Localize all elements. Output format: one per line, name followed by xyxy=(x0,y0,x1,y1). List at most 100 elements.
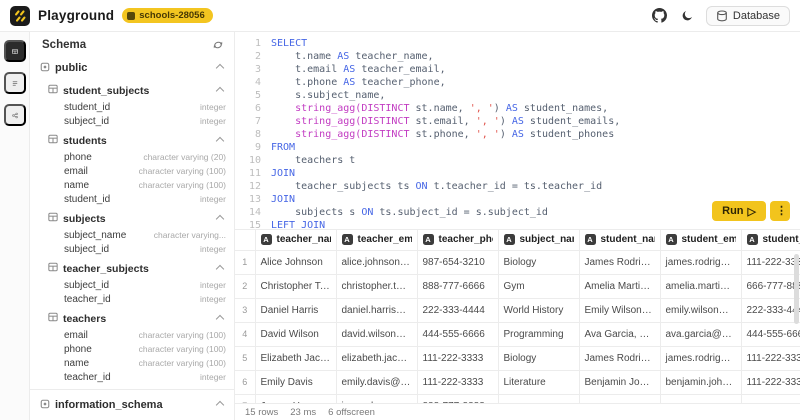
column-header-teacher_phone[interactable]: Ateacher_phone xyxy=(417,230,498,250)
row-number: 3 xyxy=(235,298,255,322)
result-cell[interactable]: 888-777-8888 xyxy=(417,394,498,403)
result-cell[interactable]: 987-654-3210 xyxy=(417,250,498,274)
result-cell[interactable] xyxy=(741,394,800,403)
result-cell[interactable]: 222-333-4444 xyxy=(417,298,498,322)
result-cell[interactable]: christopher.taylor@... xyxy=(336,274,417,298)
result-cell[interactable]: benjamin.johnson@... xyxy=(660,370,741,394)
result-cell[interactable]: Alice Johnson xyxy=(255,250,336,274)
result-cell[interactable]: Emily Wilson, Olivia... xyxy=(579,298,660,322)
result-cell[interactable]: daniel.harris@exam... xyxy=(336,298,417,322)
result-cell[interactable]: Amelia Martinez, Is... xyxy=(579,274,660,298)
text-type-icon: A xyxy=(342,234,353,245)
chevron-up-icon xyxy=(216,86,224,94)
column-type: character varying (20) xyxy=(143,152,226,162)
result-row[interactable]: 7James Hernandezjames.hernandez@...888-7… xyxy=(235,394,800,403)
project-badge[interactable]: schools-28056 xyxy=(122,8,212,23)
result-cell[interactable]: Elizabeth Jackson xyxy=(255,346,336,370)
run-button[interactable]: Run ▷ xyxy=(712,201,766,221)
result-cell[interactable]: 888-777-6666 xyxy=(417,274,498,298)
result-cell[interactable]: David Wilson xyxy=(255,322,336,346)
status-duration: 23 ms xyxy=(290,407,316,418)
sql-editor[interactable]: 1SELECT2 t.name AS teacher_name,3 t.emai… xyxy=(235,32,800,230)
queries-icon[interactable] xyxy=(4,72,26,94)
result-row[interactable]: 3Daniel Harrisdaniel.harris@exam...222-3… xyxy=(235,298,800,322)
row-number: 1 xyxy=(235,250,255,274)
table-item-subjects[interactable]: subjects xyxy=(40,209,228,228)
result-row[interactable]: 6Emily Davisemily.davis@examp...111-222-… xyxy=(235,370,800,394)
schema-item-public[interactable]: public xyxy=(40,58,228,78)
text-type-icon: A xyxy=(585,234,596,245)
result-cell[interactable] xyxy=(498,394,579,403)
chevron-up-icon xyxy=(216,314,224,322)
column-header-teacher_name[interactable]: Ateacher_name xyxy=(255,230,336,250)
result-cell[interactable]: Biology xyxy=(498,250,579,274)
result-cell[interactable]: david.wilson@exam... xyxy=(336,322,417,346)
result-cell[interactable]: Emily Davis xyxy=(255,370,336,394)
table-item-student_subjects[interactable]: student_subjects xyxy=(40,81,228,100)
result-cell[interactable] xyxy=(579,394,660,403)
column-header-student_emails[interactable]: Astudent_emails xyxy=(660,230,741,250)
table-icon xyxy=(48,312,58,325)
result-cell[interactable]: 666-777-8888... xyxy=(741,274,800,298)
schema-explorer-icon[interactable] xyxy=(4,40,26,62)
schema-panel-header: Schema xyxy=(30,32,234,58)
table-item-teacher_subjects[interactable]: teacher_subjects xyxy=(40,259,228,278)
result-cell[interactable] xyxy=(660,394,741,403)
result-cell[interactable]: Ava Garcia, Charlot... xyxy=(579,322,660,346)
result-row[interactable]: 5Elizabeth Jacksonelizabeth.jackson@...1… xyxy=(235,346,800,370)
run-options-button[interactable]: ⋮ xyxy=(770,201,790,221)
result-cell[interactable]: Programming xyxy=(498,322,579,346)
schema-item-information_schema[interactable]: information_schema xyxy=(40,395,228,415)
database-button[interactable]: Database xyxy=(706,6,790,26)
result-cell[interactable]: Biology xyxy=(498,346,579,370)
refresh-icon[interactable] xyxy=(210,37,226,53)
column-type: integer xyxy=(200,294,226,304)
result-row[interactable]: 2Christopher Taylorchristopher.taylor@..… xyxy=(235,274,800,298)
table-item-label: students xyxy=(63,135,212,147)
result-cell[interactable]: emily.davis@examp... xyxy=(336,370,417,394)
column-header-subject_name[interactable]: Asubject_name xyxy=(498,230,579,250)
theme-toggle-moon-icon[interactable] xyxy=(679,7,696,24)
result-cell[interactable]: Literature xyxy=(498,370,579,394)
column-type: integer xyxy=(200,280,226,290)
status-offscreen: 6 offscreen xyxy=(328,407,375,418)
er-diagram-icon[interactable] xyxy=(4,104,26,126)
result-cell[interactable]: Benjamin Johnson... xyxy=(579,370,660,394)
result-cell[interactable]: 222-333-444... xyxy=(741,298,800,322)
result-cell[interactable]: 111-222-3333... xyxy=(741,370,800,394)
table-item-teachers[interactable]: teachers xyxy=(40,309,228,328)
result-cell[interactable]: 111-222-3333... xyxy=(741,250,800,274)
result-cell[interactable]: 111-222-3333 xyxy=(417,370,498,394)
result-row[interactable]: 4David Wilsondavid.wilson@exam...444-555… xyxy=(235,322,800,346)
result-cell[interactable]: james.rodriguez@e... xyxy=(660,250,741,274)
schema-item-label: public xyxy=(55,62,212,74)
result-cell[interactable]: World History xyxy=(498,298,579,322)
result-cell[interactable]: james.hernandez@... xyxy=(336,394,417,403)
result-cell[interactable]: James Hernandez xyxy=(255,394,336,403)
result-cell[interactable]: emily.wilson@exam... xyxy=(660,298,741,322)
github-icon[interactable] xyxy=(650,6,669,25)
column-header-teacher_email[interactable]: Ateacher_email xyxy=(336,230,417,250)
results-scrollbar[interactable] xyxy=(794,254,799,324)
result-cell[interactable]: 444-555-666... xyxy=(741,322,800,346)
result-cell[interactable]: Daniel Harris xyxy=(255,298,336,322)
result-cell[interactable]: 111-222-3333 xyxy=(417,346,498,370)
result-cell[interactable]: james.rodriguez@e... xyxy=(660,346,741,370)
code-line: 2 t.name AS teacher_name, xyxy=(235,50,800,63)
result-cell[interactable]: 111-222-3333... xyxy=(741,346,800,370)
chevron-up-icon xyxy=(216,214,224,222)
table-icon xyxy=(48,134,58,147)
result-cell[interactable]: amelia.martinez@e... xyxy=(660,274,741,298)
result-cell[interactable]: James Rodriguez, ... xyxy=(579,346,660,370)
result-row[interactable]: 1Alice Johnsonalice.johnson@exa...987-65… xyxy=(235,250,800,274)
result-cell[interactable]: Christopher Taylor xyxy=(255,274,336,298)
result-cell[interactable]: James Rodriguez, ... xyxy=(579,250,660,274)
result-cell[interactable]: alice.johnson@exa... xyxy=(336,250,417,274)
result-cell[interactable]: Gym xyxy=(498,274,579,298)
column-header-student_names[interactable]: Astudent_names xyxy=(579,230,660,250)
result-cell[interactable]: ava.garcia@examp... xyxy=(660,322,741,346)
table-item-students[interactable]: students xyxy=(40,131,228,150)
column-header-student_phones[interactable]: Astudent_phones xyxy=(741,230,800,250)
result-cell[interactable]: 444-555-6666 xyxy=(417,322,498,346)
result-cell[interactable]: elizabeth.jackson@... xyxy=(336,346,417,370)
